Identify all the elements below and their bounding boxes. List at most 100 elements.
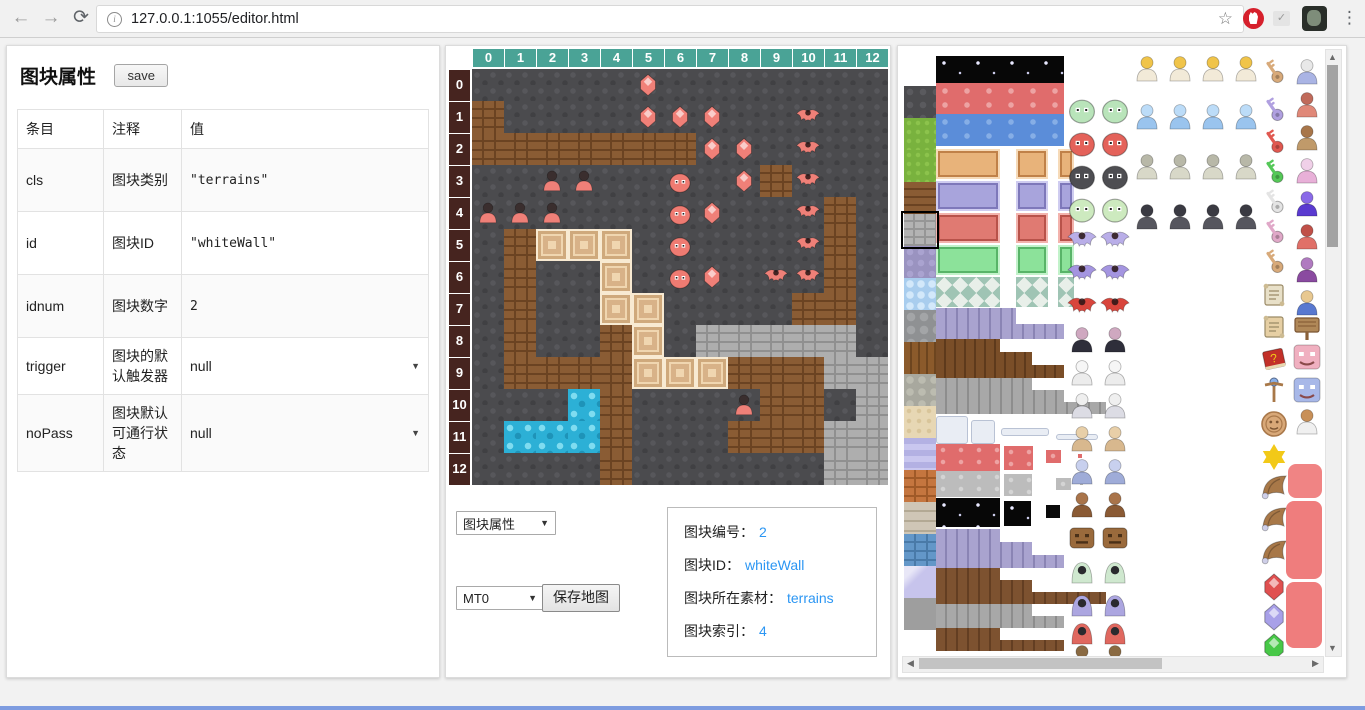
map-tile[interactable] xyxy=(504,133,536,165)
bookmark-star-icon[interactable]: ☆ xyxy=(1218,9,1233,29)
map-tile[interactable] xyxy=(792,165,824,197)
palette-strip[interactable] xyxy=(1001,428,1049,436)
mode-select[interactable]: 图块属性 ▼ xyxy=(456,511,556,535)
map-tile[interactable] xyxy=(856,69,888,101)
palette-sprite-star[interactable] xyxy=(1258,441,1290,473)
map-tile[interactable] xyxy=(600,389,632,421)
palette-sprite-stoneface[interactable] xyxy=(1066,522,1098,554)
map-tile[interactable] xyxy=(472,453,504,485)
map-tile[interactable] xyxy=(472,421,504,453)
map-tile[interactable] xyxy=(792,69,824,101)
map-tile[interactable] xyxy=(664,421,696,453)
map-tile[interactable] xyxy=(696,197,728,229)
map-tile[interactable] xyxy=(600,101,632,133)
map-tile[interactable] xyxy=(536,389,568,421)
map-tile[interactable] xyxy=(472,69,504,101)
map-tile[interactable] xyxy=(664,197,696,229)
map-tile[interactable] xyxy=(824,133,856,165)
map-tile[interactable] xyxy=(600,197,632,229)
map-tile[interactable] xyxy=(472,165,504,197)
map-tile[interactable] xyxy=(824,229,856,261)
map-tile[interactable] xyxy=(792,453,824,485)
palette-strip[interactable] xyxy=(1016,181,1048,211)
map-tile[interactable] xyxy=(856,165,888,197)
map-tile[interactable] xyxy=(664,453,696,485)
palette-tile[interactable] xyxy=(904,438,936,470)
map-tile[interactable] xyxy=(728,357,760,389)
info-value[interactable]: whiteWall xyxy=(745,557,804,573)
palette-sprite-figure[interactable] xyxy=(1099,324,1131,356)
map-tile[interactable] xyxy=(760,101,792,133)
extension-icon[interactable] xyxy=(1243,8,1264,29)
palette-tile[interactable] xyxy=(904,150,936,182)
forward-icon[interactable]: → xyxy=(38,5,64,31)
map-tile[interactable] xyxy=(632,197,664,229)
palette-sprite-pink[interactable] xyxy=(1286,501,1322,579)
palette-strip[interactable] xyxy=(1016,277,1048,307)
palette-strip[interactable] xyxy=(936,416,968,444)
palette-strip[interactable] xyxy=(936,568,1000,580)
map-tile[interactable] xyxy=(472,101,504,133)
extension-check-icon[interactable]: ✓ xyxy=(1273,11,1290,26)
map-tile[interactable] xyxy=(728,293,760,325)
horizontal-scroll-thumb[interactable] xyxy=(919,658,1162,669)
palette-sprite-figure[interactable] xyxy=(1099,423,1131,455)
map-tile[interactable] xyxy=(760,421,792,453)
map-tile[interactable] xyxy=(760,229,792,261)
palette-sprite-bat[interactable] xyxy=(1099,225,1131,257)
map-tile[interactable] xyxy=(856,101,888,133)
map-tile[interactable] xyxy=(632,261,664,293)
palette-sprite-figure[interactable] xyxy=(1197,151,1229,183)
palette-strip[interactable] xyxy=(936,56,1064,83)
map-tile[interactable] xyxy=(664,357,696,389)
map-tile[interactable] xyxy=(536,133,568,165)
palette-sprite-blob[interactable] xyxy=(1099,159,1131,191)
map-tile[interactable] xyxy=(536,229,568,261)
map-tile[interactable] xyxy=(536,453,568,485)
palette-sprite-figure[interactable] xyxy=(1197,101,1229,133)
map-tile[interactable] xyxy=(856,261,888,293)
palette-strip[interactable] xyxy=(936,628,1000,640)
palette-sprite-bat[interactable] xyxy=(1099,258,1131,290)
map-tile[interactable] xyxy=(664,165,696,197)
map-tile[interactable] xyxy=(632,357,664,389)
map-tile[interactable] xyxy=(696,293,728,325)
map-tile[interactable] xyxy=(600,357,632,389)
palette-strip[interactable] xyxy=(936,580,1032,592)
map-tile[interactable] xyxy=(824,261,856,293)
map-tile[interactable] xyxy=(792,101,824,133)
map-tile[interactable] xyxy=(504,453,536,485)
map-tile[interactable] xyxy=(568,357,600,389)
palette-strip[interactable] xyxy=(936,181,1000,211)
palette-strip[interactable] xyxy=(936,213,1000,243)
map-tile[interactable] xyxy=(696,325,728,357)
palette-sprite-blob[interactable] xyxy=(1066,159,1098,191)
palette-strip[interactable] xyxy=(936,555,1064,568)
map-tile[interactable] xyxy=(728,389,760,421)
map-tile[interactable] xyxy=(568,453,600,485)
browser-menu-icon[interactable]: ⋮ xyxy=(1341,5,1358,31)
palette-sprite-figure[interactable] xyxy=(1099,357,1131,389)
map-tile[interactable] xyxy=(600,165,632,197)
map-tile[interactable] xyxy=(824,453,856,485)
palette-sprite-figure[interactable] xyxy=(1164,53,1196,85)
map-tile[interactable] xyxy=(568,165,600,197)
map-tile[interactable] xyxy=(632,453,664,485)
palette-strip[interactable] xyxy=(936,471,1000,497)
palette-strip[interactable] xyxy=(936,444,1000,471)
map-tile[interactable] xyxy=(536,165,568,197)
palette-tile[interactable] xyxy=(904,566,936,598)
map-tile[interactable] xyxy=(568,421,600,453)
palette-sprite-figure[interactable] xyxy=(1291,89,1323,121)
map-tile[interactable] xyxy=(856,197,888,229)
map-tile[interactable] xyxy=(760,165,792,197)
map-tile[interactable] xyxy=(824,293,856,325)
palette-sprite-figure[interactable] xyxy=(1066,390,1098,422)
map-tile[interactable] xyxy=(536,325,568,357)
map-tile[interactable] xyxy=(856,133,888,165)
palette-sprite-figure[interactable] xyxy=(1291,406,1323,438)
map-tile[interactable] xyxy=(696,421,728,453)
palette-sprite-figure[interactable] xyxy=(1164,101,1196,133)
palette-tile[interactable] xyxy=(904,118,936,150)
scroll-right-icon[interactable]: ▶ xyxy=(1309,657,1322,670)
